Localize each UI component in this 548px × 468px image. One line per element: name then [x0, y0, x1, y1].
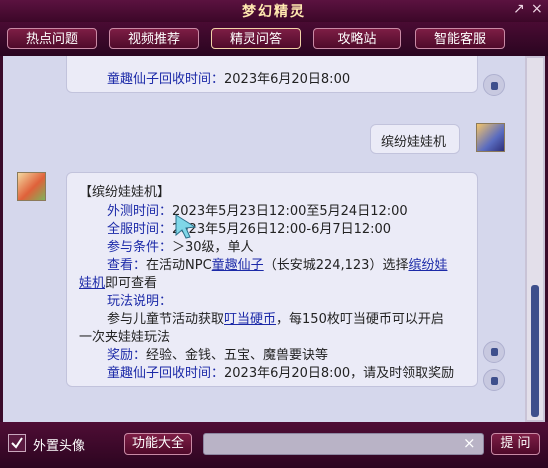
- test-time-label: 外测时间：: [107, 204, 173, 219]
- previous-answer-bubble: 童趣仙子回收时间：2023年6月20日8:00: [66, 56, 478, 93]
- activity-link-part1[interactable]: 缤纷娃: [408, 258, 447, 273]
- tab-bar: 热点问题 视频推荐 精灵问答 攻略站 智能客服: [0, 22, 548, 56]
- view-text-mid: （长安城224,123）选择: [263, 258, 409, 273]
- external-avatar-checkbox[interactable]: [8, 434, 26, 452]
- play-label: 玩法说明：: [107, 294, 173, 309]
- play-text-line2: 一次夹娃娃玩法: [79, 330, 171, 345]
- reward-label: 奖励：: [107, 348, 147, 363]
- user-question-text: 缤纷娃娃机: [381, 135, 447, 150]
- clear-input-icon[interactable]: ×: [463, 434, 476, 452]
- activity-link-part2[interactable]: 娃机: [79, 276, 105, 291]
- reward-value: 经验、金钱、五宝、魔兽要诀等: [146, 348, 329, 363]
- recycle-label: 童趣仙子回收时间：: [107, 366, 225, 381]
- features-button[interactable]: 功能大全: [124, 433, 192, 455]
- test-time-value: 2023年5月23日12:00至5月24日12:00: [172, 204, 408, 219]
- view-text-post: 即可查看: [105, 276, 158, 291]
- external-avatar-label: 外置头像: [33, 439, 86, 454]
- close-icon[interactable]: ×: [531, 1, 543, 17]
- npc-link[interactable]: 童趣仙子: [212, 258, 264, 273]
- condition-label: 参与条件：: [107, 240, 173, 255]
- play-text-post: ，每150枚叮当硬币可以开启: [276, 312, 444, 327]
- dislike-icon[interactable]: [483, 369, 505, 391]
- view-label: 查看：: [107, 258, 147, 273]
- full-time-label: 全服时间：: [107, 222, 173, 237]
- submit-question-button[interactable]: 提 问: [491, 433, 540, 455]
- recycle-time-label: 童趣仙子回收时间：: [107, 72, 225, 87]
- condition-value: ＞30级，单人: [172, 240, 254, 255]
- tab-sprite-qa[interactable]: 精灵问答: [211, 28, 301, 49]
- tab-smart-service[interactable]: 智能客服: [415, 28, 505, 49]
- tab-hot-questions[interactable]: 热点问题: [7, 28, 97, 49]
- title-bar: 梦幻精灵 ↗ ×: [0, 0, 548, 22]
- window-title: 梦幻精灵: [242, 4, 306, 20]
- user-avatar: [476, 123, 505, 152]
- view-text-pre: 在活动NPC: [146, 258, 212, 273]
- chat-scrollbar[interactable]: [525, 56, 545, 422]
- tab-strategy-site[interactable]: 攻略站: [313, 28, 401, 49]
- scroll-thumb[interactable]: [531, 285, 539, 417]
- chat-area: 童趣仙子回收时间：2023年6月20日8:00 缤纷娃娃机 【缤纷娃娃机】 外测…: [3, 56, 525, 422]
- answer-bubble: 【缤纷娃娃机】 外测时间：2023年5月23日12:00至5月24日12:00 …: [66, 172, 478, 387]
- tab-video-recommend[interactable]: 视频推荐: [109, 28, 199, 49]
- dislike-icon[interactable]: [483, 74, 505, 96]
- pin-icon[interactable]: ↗: [513, 1, 525, 17]
- sprite-avatar: [17, 172, 46, 201]
- check-icon: [11, 437, 23, 449]
- recycle-value: 2023年6月20日8:00，请及时领取奖励: [224, 366, 455, 381]
- cursor-icon: [175, 214, 197, 239]
- user-question-bubble: 缤纷娃娃机: [370, 124, 460, 154]
- play-text-pre: 参与儿童节活动获取: [107, 312, 225, 327]
- answer-heading: 【缤纷娃娃机】: [79, 185, 171, 200]
- question-input[interactable]: [203, 433, 484, 455]
- like-icon[interactable]: [483, 341, 505, 363]
- recycle-time-value: 2023年6月20日8:00: [224, 72, 351, 87]
- coin-link[interactable]: 叮当硬币: [224, 312, 276, 327]
- full-time-value: 2023年5月26日12:00-6月7日12:00: [172, 222, 392, 237]
